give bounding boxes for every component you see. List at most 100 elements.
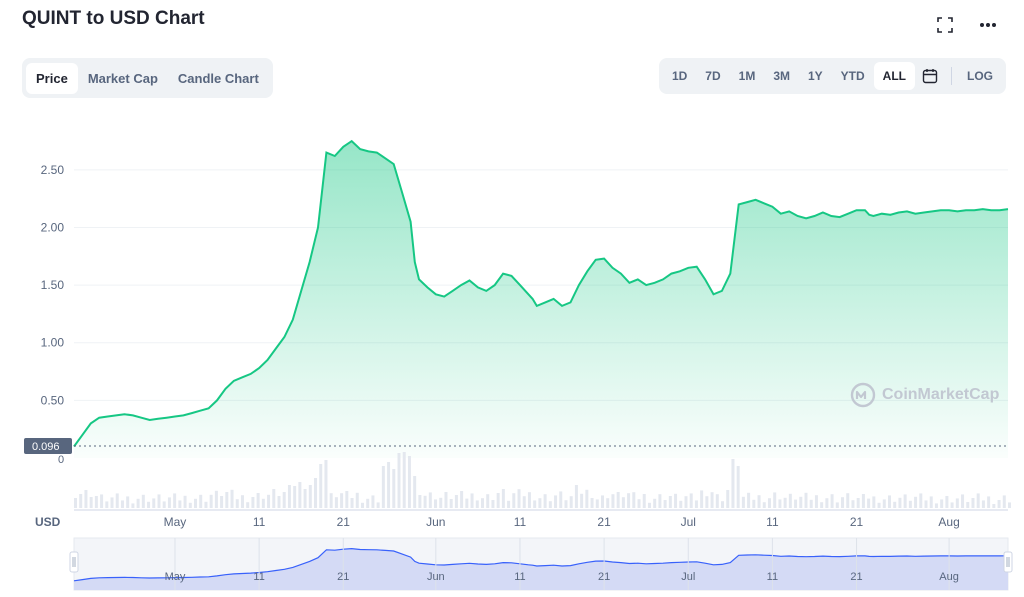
volume-bar — [100, 494, 104, 508]
volume-bar — [501, 489, 505, 508]
volume-bar — [533, 500, 537, 508]
volume-bar — [961, 494, 965, 508]
volume-bar — [809, 499, 813, 508]
volume-bar — [914, 496, 918, 508]
volume-bar — [157, 494, 161, 508]
volume-bar — [851, 500, 855, 508]
volume-bar — [841, 497, 845, 508]
volume-bar — [261, 498, 265, 508]
navigator-handle-right[interactable] — [1003, 551, 1013, 573]
volume-bar — [647, 502, 651, 508]
volume-bar — [861, 494, 865, 508]
volume-bar — [256, 493, 260, 508]
volume-bar — [882, 499, 886, 508]
volume-bar — [84, 490, 88, 508]
volume-bar — [298, 482, 302, 508]
watermark: CoinMarketCap — [850, 382, 999, 408]
volume-bar — [340, 493, 344, 508]
volume-bar — [564, 500, 568, 508]
volume-bar — [272, 489, 276, 508]
volume-bar — [183, 495, 187, 508]
volume-bar — [350, 498, 354, 508]
volume-bar — [162, 501, 166, 508]
volume-bar — [580, 493, 584, 508]
volume-bar — [934, 503, 938, 508]
volume-bar — [277, 496, 281, 508]
volume-bar — [89, 497, 93, 508]
volume-bar — [642, 494, 646, 508]
volume-bar — [282, 492, 286, 508]
volume-bar — [908, 500, 912, 508]
price-chart: 0.50 1.00 1.50 2.00 2.50 0.096 0 USD May 11 21… — [24, 139, 1013, 591]
volume-bar — [131, 503, 135, 508]
y-tick-label: 1.50 — [41, 278, 65, 292]
range-navigator[interactable]: May 11 21 Jun 11 21 Jul 11 21 Aug — [69, 537, 1013, 591]
navigator-handle-left[interactable] — [69, 551, 79, 573]
current-price-label: 0.096 — [32, 441, 60, 453]
volume-bar — [507, 500, 511, 508]
volume-bar — [653, 498, 657, 508]
volume-bar — [726, 490, 730, 508]
volume-bar — [407, 456, 411, 508]
volume-zero-label: 0 — [58, 454, 64, 466]
navigator-tick-label: Jul — [681, 571, 695, 583]
volume-bar — [741, 496, 745, 508]
volume-bar — [950, 502, 954, 508]
navigator-tick-label: 21 — [850, 571, 862, 583]
x-tick-label: 21 — [597, 515, 611, 529]
volume-bar — [319, 464, 323, 508]
volume-bar — [517, 489, 521, 508]
x-tick-label: Jul — [681, 515, 696, 529]
x-tick-label: 11 — [253, 515, 266, 529]
volume-bar — [173, 493, 177, 508]
volume-bar — [778, 499, 782, 508]
volume-bar — [120, 500, 124, 508]
volume-bar — [105, 501, 109, 508]
volume-bar — [601, 495, 605, 508]
volume-bar — [559, 491, 563, 508]
volume-bar — [381, 466, 385, 508]
volume-bar — [773, 492, 777, 508]
volume-bar — [491, 500, 495, 508]
volume-bar — [856, 498, 860, 508]
volume-bar — [136, 498, 140, 508]
volume-bar — [74, 498, 77, 508]
volume-bar — [538, 498, 542, 508]
volume-bar — [480, 498, 484, 508]
volume-bar — [872, 496, 876, 508]
volume-bar — [694, 500, 698, 508]
navigator-tick-label: 21 — [337, 571, 349, 583]
x-tick-label: 11 — [514, 515, 527, 529]
volume-bar — [992, 504, 996, 508]
volume-bar — [574, 485, 578, 508]
volume-bar — [454, 495, 458, 508]
volume-bar — [830, 494, 834, 508]
volume-bar — [543, 494, 547, 508]
volume-bar — [303, 489, 307, 508]
x-tick-label: May — [164, 515, 187, 529]
navigator-tick-label: 11 — [253, 571, 264, 583]
volume-bar — [1008, 502, 1011, 508]
coinmarketcap-logo-icon — [850, 382, 876, 408]
volume-bar — [225, 492, 229, 508]
volume-bar — [439, 497, 443, 508]
volume-bar — [955, 498, 959, 508]
volume-bar — [470, 493, 474, 508]
y-axis: 0.50 1.00 1.50 2.00 2.50 — [41, 163, 65, 408]
volume-bar — [966, 502, 970, 508]
volume-bar — [731, 459, 735, 508]
volume-bar — [522, 496, 526, 508]
volume-bar — [658, 494, 662, 508]
volume-bar — [209, 494, 213, 508]
volume-bar — [413, 476, 417, 508]
navigator-tick-label: Jun — [427, 571, 445, 583]
volume-bar — [762, 502, 766, 508]
volume-bar — [590, 498, 594, 508]
volume-bar — [569, 496, 573, 508]
x-tick-label: Jun — [426, 515, 445, 529]
volume-bar — [496, 493, 500, 508]
volume-bar — [616, 492, 620, 508]
volume-bar — [324, 460, 328, 508]
volume-bar — [887, 495, 891, 508]
volume-bar — [710, 492, 714, 508]
